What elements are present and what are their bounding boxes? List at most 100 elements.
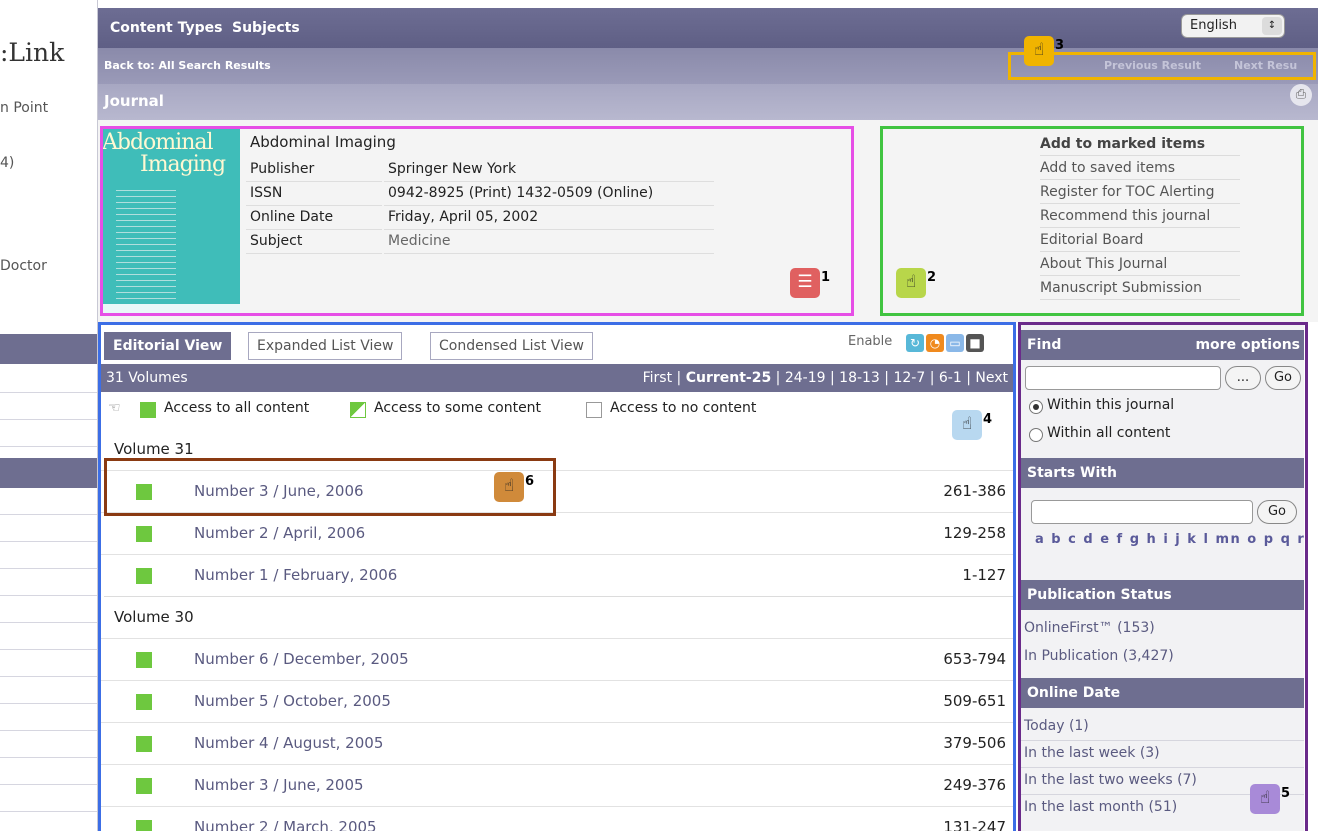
pager-item[interactable]: 18-13 [839,370,880,386]
filter-last-two-weeks[interactable]: In the last two weeks (7) [1024,772,1197,788]
save-icon[interactable]: ■ [966,334,984,352]
issue-pages: 261-386 [943,482,1006,500]
pager-next[interactable]: Next [975,370,1008,386]
cover-footer [102,304,240,316]
section-title: Journal [104,92,164,110]
recommend-journal-link[interactable]: Recommend this journal [1040,204,1240,228]
filter-today[interactable]: Today (1) [1024,718,1089,734]
find-input[interactable] [1025,366,1221,390]
language-select[interactable]: English ↕ [1181,14,1285,38]
add-to-saved-items-link[interactable]: Add to saved items [1040,156,1240,180]
radio-label: Within all content [1047,425,1171,441]
editorial-board-link[interactable]: Editorial Board [1040,228,1240,252]
add-to-marked-items-link[interactable]: Add to marked items [1040,132,1240,156]
mouse-click-icon: ☝ 4 [952,410,992,440]
tab-editorial-view[interactable]: Editorial View [104,332,232,360]
divider [0,703,97,704]
filter-in-publication[interactable]: In Publication (3,427) [1024,648,1174,664]
nav-content-types[interactable]: Content Types [110,20,222,36]
filter-last-month[interactable]: In the last month (51) [1024,799,1177,815]
manuscript-submission-link[interactable]: Manuscript Submission [1040,276,1240,300]
field-value: Springer New York [388,161,517,177]
issue-row[interactable]: Number 3 / June, 2006 261-386 [100,470,1014,512]
tab-condensed-list-view[interactable]: Condensed List View [430,332,593,360]
issue-link[interactable]: Number 2 / April, 2006 [194,524,365,542]
left-sidebar: :Link n Point 4) Doctor [0,0,98,831]
legend-label: Access to some content [374,400,542,416]
issue-link[interactable]: Number 4 / August, 2005 [194,734,383,752]
back-link[interactable]: All Search Results [159,59,271,72]
alphabet-links[interactable]: a b c d e f g h i j k l mn o p q r [1035,532,1305,547]
filter-onlinefirst[interactable]: OnlineFirst™ (153) [1024,620,1155,636]
issue-row[interactable]: Number 5 / October, 2005 509-651 [100,680,1014,722]
sidebar-text: 4) [0,155,15,171]
back-label: Back to: [104,59,155,72]
sidebar-text[interactable]: Doctor [0,258,47,274]
divider [0,419,97,420]
divider [104,596,1014,597]
volume-count: 31 Volumes [106,370,188,386]
field-label: Publisher [250,161,315,177]
divider [0,784,97,785]
issue-link[interactable]: Number 3 / June, 2006 [194,482,364,500]
starts-with-input[interactable] [1031,500,1253,524]
issue-row[interactable]: Number 4 / August, 2005 379-506 [100,722,1014,764]
field-label: Subject [250,233,303,249]
issue-link[interactable]: Number 1 / February, 2006 [194,566,397,584]
volume-heading: Volume 30 [114,608,194,626]
full-access-icon [136,526,152,542]
radio-within-journal[interactable] [1029,400,1043,414]
refresh-icon[interactable]: ↻ [906,334,924,352]
next-result-link[interactable]: Next Resu [1234,59,1297,72]
pager-first[interactable]: First [643,370,672,386]
pager-item[interactable]: 6-1 [939,370,962,386]
issue-row[interactable]: Number 2 / April, 2006 129-258 [100,512,1014,554]
site-logo[interactable]: :Link [0,38,64,67]
issue-row[interactable]: Number 1 / February, 2006 1-127 [100,554,1014,596]
issue-link[interactable]: Number 6 / December, 2005 [194,650,409,668]
subject-link[interactable]: Medicine [388,233,451,249]
sidebar-text[interactable]: n Point [0,100,48,116]
about-journal-link[interactable]: About This Journal [1040,252,1240,276]
starts-with-go-button[interactable]: Go [1257,500,1297,524]
issue-pages: 129-258 [943,524,1006,542]
issue-row[interactable]: Number 6 / December, 2005 653-794 [100,638,1014,680]
field-label: Online Date [250,209,334,225]
full-access-icon [136,778,152,794]
journal-cover-image[interactable]: Abdominal Imaging [102,128,240,316]
field-value: Friday, April 05, 2002 [388,209,539,225]
browse-button[interactable]: ... [1225,366,1261,390]
mouse-click-icon: ☝ 5 [1250,784,1290,814]
sub-nav: Back to: All Search Results Previous Res… [98,48,1318,84]
full-access-icon [136,568,152,584]
issue-row[interactable]: Number 3 / June, 2005 249-376 [100,764,1014,806]
nav-subjects[interactable]: Subjects [232,20,300,36]
divider [0,730,97,731]
tab-expanded-list-view[interactable]: Expanded List View [248,332,403,360]
print-icon[interactable]: ⎙ [1290,84,1312,106]
issue-link[interactable]: Number 2 / March, 2005 [194,818,377,831]
register-toc-alerting-link[interactable]: Register for TOC Alerting [1040,180,1240,204]
pager-item[interactable]: 12-7 [893,370,925,386]
folder-icon[interactable]: ▭ [946,334,964,352]
radio-within-all[interactable] [1029,428,1043,442]
issue-link[interactable]: Number 3 / June, 2005 [194,776,364,794]
radio-label: Within this journal [1047,397,1175,413]
field-label: ISSN [250,185,283,201]
top-nav: Content Types Subjects English ↕ [98,8,1318,48]
issue-pages: 1-127 [962,566,1006,584]
view-tabs: Editorial View Expanded List View Conden… [100,324,1014,364]
more-options-link[interactable]: more options [1195,337,1300,353]
divider [0,595,97,596]
volume-pager: First | Current-25 | 24-19 | 18-13 | 12-… [642,370,1008,386]
pager-item[interactable]: 24-19 [785,370,826,386]
rss-icon[interactable]: ◔ [926,334,944,352]
previous-result-link[interactable]: Previous Result [1104,59,1201,72]
filter-last-week[interactable]: In the last week (3) [1024,745,1160,761]
issue-listing: Editorial View Expanded List View Conden… [100,324,1014,831]
issue-row[interactable]: Number 2 / March, 2005 131-247 [100,806,1014,831]
issue-link[interactable]: Number 5 / October, 2005 [194,692,391,710]
sidebar-band [0,458,97,488]
cover-title-line2: Imaging [140,152,226,177]
find-go-button[interactable]: Go [1265,366,1301,390]
